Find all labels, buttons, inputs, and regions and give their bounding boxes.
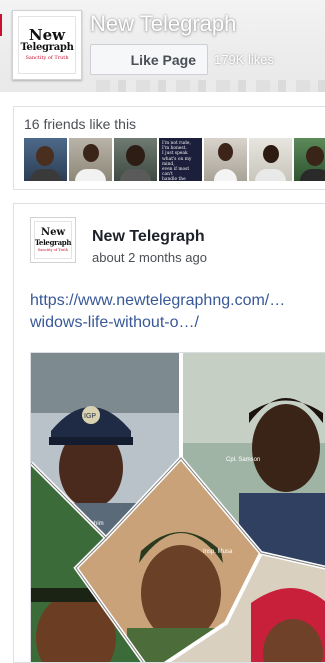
brand-accent: [0, 14, 2, 36]
logo-tagline: Sanctity of Truth: [25, 55, 69, 61]
post-timestamp[interactable]: about 2 months ago: [92, 250, 207, 265]
newspaper-logo: New Telegraph Sanctity of Truth: [34, 221, 72, 259]
page-title[interactable]: New Telegraph: [90, 11, 236, 37]
friends-avatars: I'm not rude, I'm honest. I just speak w…: [24, 138, 325, 181]
cap-badge: IGP: [84, 413, 96, 420]
like-page-label: Like Page: [130, 51, 196, 68]
post-link-line-1: https://www.newtelegraphng.com/…: [30, 292, 286, 309]
like-page-button[interactable]: Like Page: [90, 44, 208, 75]
friend-avatar[interactable]: I'm not rude, I'm honest. I just speak w…: [159, 138, 202, 181]
post-image[interactable]: IGP Insp. Ibrahim Cpl. Samson Insp. Musa: [30, 352, 325, 662]
friend-avatar[interactable]: [69, 138, 112, 181]
post-author-avatar[interactable]: New Telegraph Sanctity of Truth: [30, 217, 76, 263]
friend-avatar[interactable]: [249, 138, 292, 181]
collage-image: IGP Insp. Ibrahim Cpl. Samson Insp. Musa: [31, 353, 325, 662]
newspaper-logo: New Telegraph Sanctity of Truth: [18, 16, 76, 74]
friend-avatar[interactable]: [204, 138, 247, 181]
likes-count: 179K likes: [214, 52, 274, 67]
photo-caption-3: Insp. Musa: [203, 549, 233, 555]
friend-avatar[interactable]: [24, 138, 67, 181]
logo-line-2: Telegraph: [20, 42, 74, 53]
page-logo[interactable]: New Telegraph Sanctity of Truth: [12, 10, 82, 80]
friend-avatar[interactable]: [114, 138, 157, 181]
friend-avatar[interactable]: [294, 138, 325, 181]
timeline-post: New Telegraph Sanctity of Truth New Tele…: [13, 203, 325, 663]
logo-line-1: New: [40, 226, 66, 238]
cover-image: [96, 80, 325, 92]
logo-line-2: Telegraph: [34, 237, 72, 247]
post-link-line-2: widows-life-without-o…/: [30, 314, 199, 331]
post-author-name[interactable]: New Telegraph: [92, 228, 205, 246]
logo-tagline: Sanctity of Truth: [37, 247, 69, 252]
post-link[interactable]: https://www.newtelegraphng.com/… widows-…: [30, 290, 320, 334]
photo-caption-2: Cpl. Samson: [226, 457, 260, 463]
friends-like-label: 16 friends like this: [24, 116, 137, 132]
friends-like-panel: 16 friends like this I'm not rude, I'm h…: [13, 106, 325, 190]
logo-line-1: New: [28, 26, 66, 44]
